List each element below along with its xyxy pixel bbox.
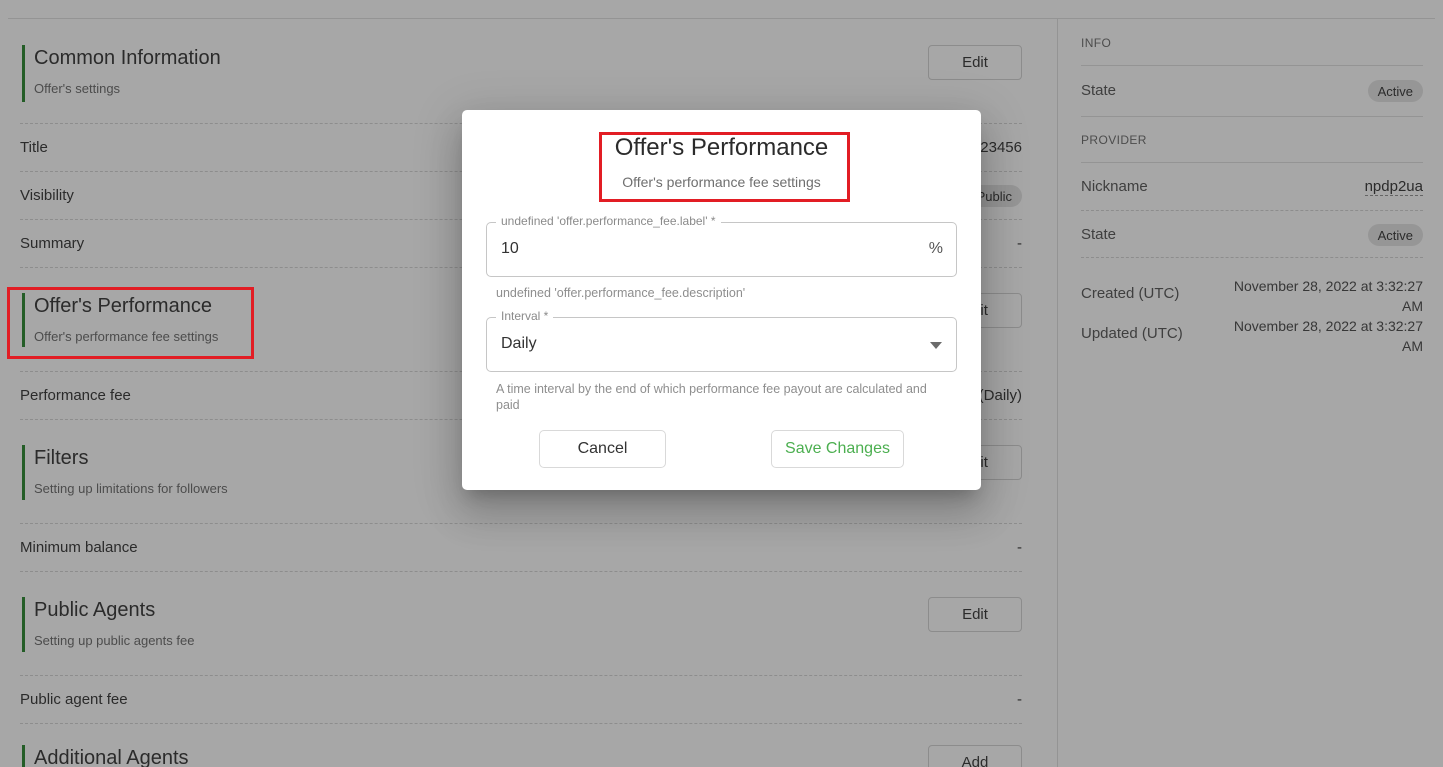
performance-fee-input[interactable] [501, 224, 881, 273]
dialog-title: Offer's Performance [462, 134, 981, 162]
save-changes-button[interactable]: Save Changes [771, 430, 904, 468]
interval-helper-text: A time interval by the end of which perf… [496, 381, 928, 413]
interval-select[interactable]: Interval * Daily [486, 317, 957, 372]
cancel-button[interactable]: Cancel [539, 430, 666, 468]
percent-suffix: % [929, 240, 943, 258]
offers-performance-dialog: Offer's Performance Offer's performance … [462, 110, 981, 490]
interval-selected-value: Daily [501, 335, 537, 353]
performance-fee-helper-text: undefined 'offer.performance_fee.descrip… [496, 286, 745, 300]
dialog-subtitle: Offer's performance fee settings [462, 174, 981, 190]
interval-select-label: Interval * [496, 309, 553, 323]
chevron-down-icon[interactable] [930, 342, 942, 349]
offer-settings-page: Common Information Offer's settings Edit… [0, 0, 1443, 767]
performance-fee-field[interactable]: undefined 'offer.performance_fee.label' … [486, 222, 957, 277]
